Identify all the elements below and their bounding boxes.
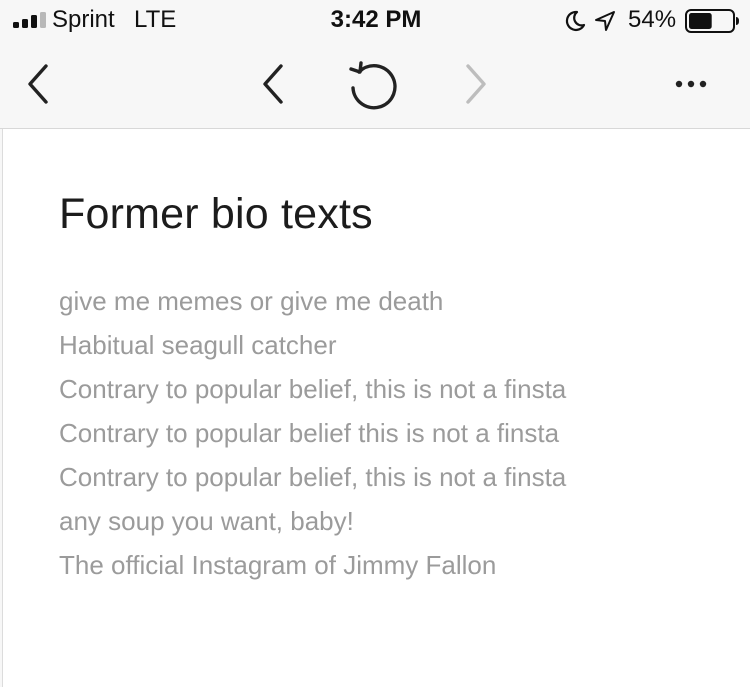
battery-icon xyxy=(685,9,739,33)
network-type: LTE xyxy=(134,6,177,33)
forward-chevron-icon[interactable] xyxy=(452,60,500,108)
status-bar: Sprint LTE 3:42 PM 54% xyxy=(0,0,750,42)
bio-item: Habitual seagull catcher xyxy=(59,330,337,360)
location-icon xyxy=(595,11,615,31)
close-chevron-icon[interactable] xyxy=(16,60,64,108)
bio-list: give me memes or give me death Habitual … xyxy=(59,279,566,587)
status-time: 3:42 PM xyxy=(330,6,422,33)
bio-item: give me memes or give me death xyxy=(59,286,444,316)
more-icon[interactable] xyxy=(664,66,718,102)
bio-item: Contrary to popular belief this is not a… xyxy=(59,418,560,448)
bio-item: Contrary to popular belief, this is not … xyxy=(59,462,567,492)
battery-percentage: 54% xyxy=(628,6,677,33)
reload-icon[interactable] xyxy=(342,56,406,112)
moon-icon xyxy=(565,10,586,32)
page-title: Former bio texts xyxy=(59,190,373,238)
back-chevron-icon[interactable] xyxy=(251,60,299,108)
carrier-name: Sprint xyxy=(52,6,115,33)
bio-item: any soup you want, baby! xyxy=(59,506,354,536)
browser-toolbar xyxy=(0,42,750,129)
bio-item: Contrary to popular belief, this is not … xyxy=(59,374,567,404)
signal-icon xyxy=(13,12,46,28)
bio-item: The official Instagram of Jimmy Fallon xyxy=(59,550,497,580)
page-content: Former bio texts give me memes or give m… xyxy=(2,129,750,687)
